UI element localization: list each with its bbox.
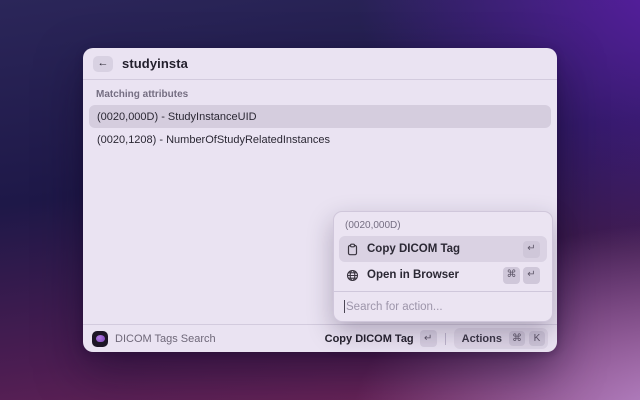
actions-panel: (0020,000D) Copy DICOM Tag ↵ Open in Bro… [333,211,553,322]
result-label: (0020,1208) - NumberOfStudyRelatedInstan… [97,134,330,146]
action-search-input[interactable] [334,292,552,321]
globe-icon [346,269,359,282]
extension-name: DICOM Tags Search [115,333,216,345]
primary-action-button[interactable]: Copy DICOM Tag [325,333,414,345]
section-label-matching-attributes: Matching attributes [96,89,544,100]
result-label: (0020,000D) - StudyInstanceUID [97,111,257,123]
search-header: ← studyinsta [83,48,557,80]
k-key-icon: K [529,331,545,346]
return-key-icon: ↵ [523,241,540,258]
status-bar: DICOM Tags Search Copy DICOM Tag ↵ Actio… [83,324,557,352]
actions-label: Actions [462,333,502,345]
action-item-copy-dicom-tag[interactable]: Copy DICOM Tag ↵ [339,236,547,262]
search-query-text[interactable]: studyinsta [122,56,188,71]
statusbar-divider [445,333,446,345]
action-item-label: Copy DICOM Tag [367,243,515,255]
arrow-left-icon: ← [98,58,109,69]
command-key-icon: ⌘ [509,331,525,346]
text-cursor [344,300,345,313]
actions-panel-title: (0020,000D) [334,212,552,236]
action-search-field[interactable] [334,291,552,321]
clipboard-icon [346,243,359,256]
command-key-icon: ⌘ [503,267,520,284]
dicom-extension-icon [92,331,108,347]
back-button[interactable]: ← [93,56,113,72]
actions-menu-button[interactable]: Actions ⌘ K [454,328,548,349]
return-key-icon: ↵ [523,267,540,284]
return-key-icon: ↵ [420,330,437,347]
action-item-open-in-browser[interactable]: Open in Browser ⌘ ↵ [339,262,547,288]
result-row-study-instance-uid[interactable]: (0020,000D) - StudyInstanceUID [89,105,551,128]
action-item-label: Open in Browser [367,269,495,281]
result-row-number-of-study-related-instances[interactable]: (0020,1208) - NumberOfStudyRelatedInstan… [89,128,551,151]
